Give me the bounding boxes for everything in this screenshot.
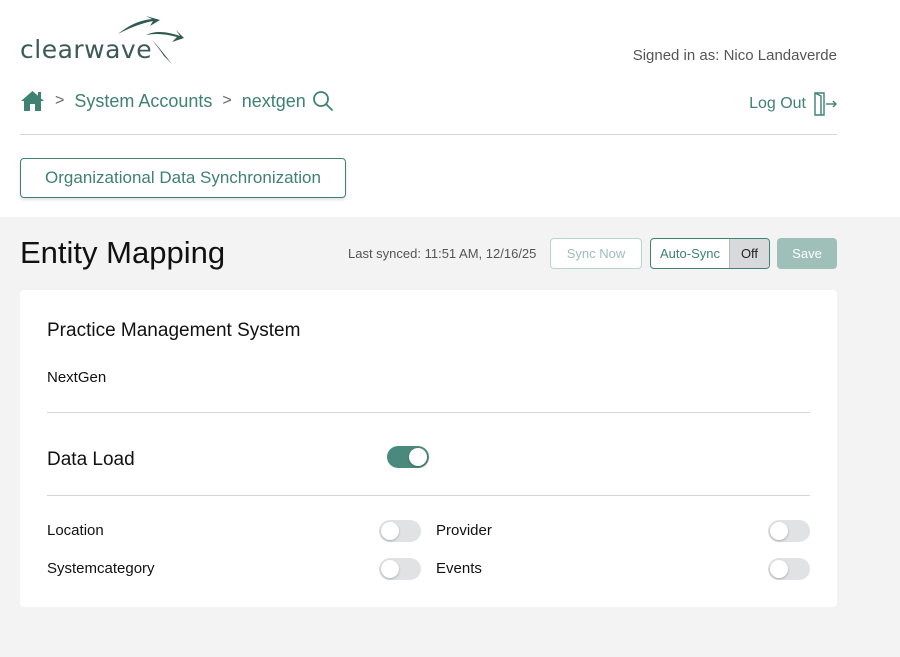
data-load-toggle[interactable] [387,446,429,468]
toggle-knob [770,560,788,578]
entity-mapping-card: Practice Management System NextGen Data … [20,290,837,607]
entity-location-label: Location [47,522,104,539]
entity-location-toggle[interactable] [379,520,421,542]
card-divider [47,412,810,413]
page-title: Entity Mapping [20,235,226,270]
auto-sync-label: Auto-Sync [660,246,720,261]
entity-events-toggle[interactable] [768,558,810,580]
clearwave-logo: clearwave [20,16,184,68]
save-button[interactable]: Save [777,238,837,269]
breadcrumb: > System Accounts > nextgen [20,90,334,112]
entity-provider-toggle[interactable] [768,520,810,542]
toggle-knob [381,522,399,540]
signed-in-text: Signed in as: Nico Landaverde [632,47,837,64]
header-area: clearwave Signed in as: Nico Landaverde … [0,0,900,217]
toggle-knob [409,448,427,466]
search-icon[interactable] [312,90,334,112]
breadcrumb-system-accounts[interactable]: System Accounts [74,91,212,112]
entity-systemcategory-label: Systemcategory [47,560,155,577]
entity-provider-label: Provider [436,522,492,539]
clearwave-logo-mark-icon [118,16,184,64]
header-divider [20,134,837,135]
card-divider [47,495,810,496]
toggle-knob [381,560,399,578]
breadcrumb-nextgen[interactable]: nextgen [242,91,306,112]
entity-systemcategory-toggle[interactable] [379,558,421,580]
pms-title: Practice Management System [47,320,301,341]
logout-door-icon [814,92,837,116]
auto-sync-state[interactable]: Off [729,239,769,268]
toggle-knob [770,522,788,540]
logout-button[interactable]: Log Out [749,91,838,117]
last-synced-text: Last synced: 11:51 AM, 12/16/25 [348,246,537,261]
org-data-sync-button[interactable]: Organizational Data Synchronization [20,158,346,198]
home-icon[interactable] [20,90,45,112]
auto-sync-toggle[interactable]: Auto-Sync Off [650,238,770,269]
data-load-label: Data Load [47,449,135,470]
sync-now-button[interactable]: Sync Now [550,238,642,269]
breadcrumb-separator: > [222,92,232,109]
pms-value: NextGen [47,369,107,386]
logout-label: Log Out [749,95,806,112]
entity-events-label: Events [436,560,482,577]
breadcrumb-separator: > [55,92,65,109]
